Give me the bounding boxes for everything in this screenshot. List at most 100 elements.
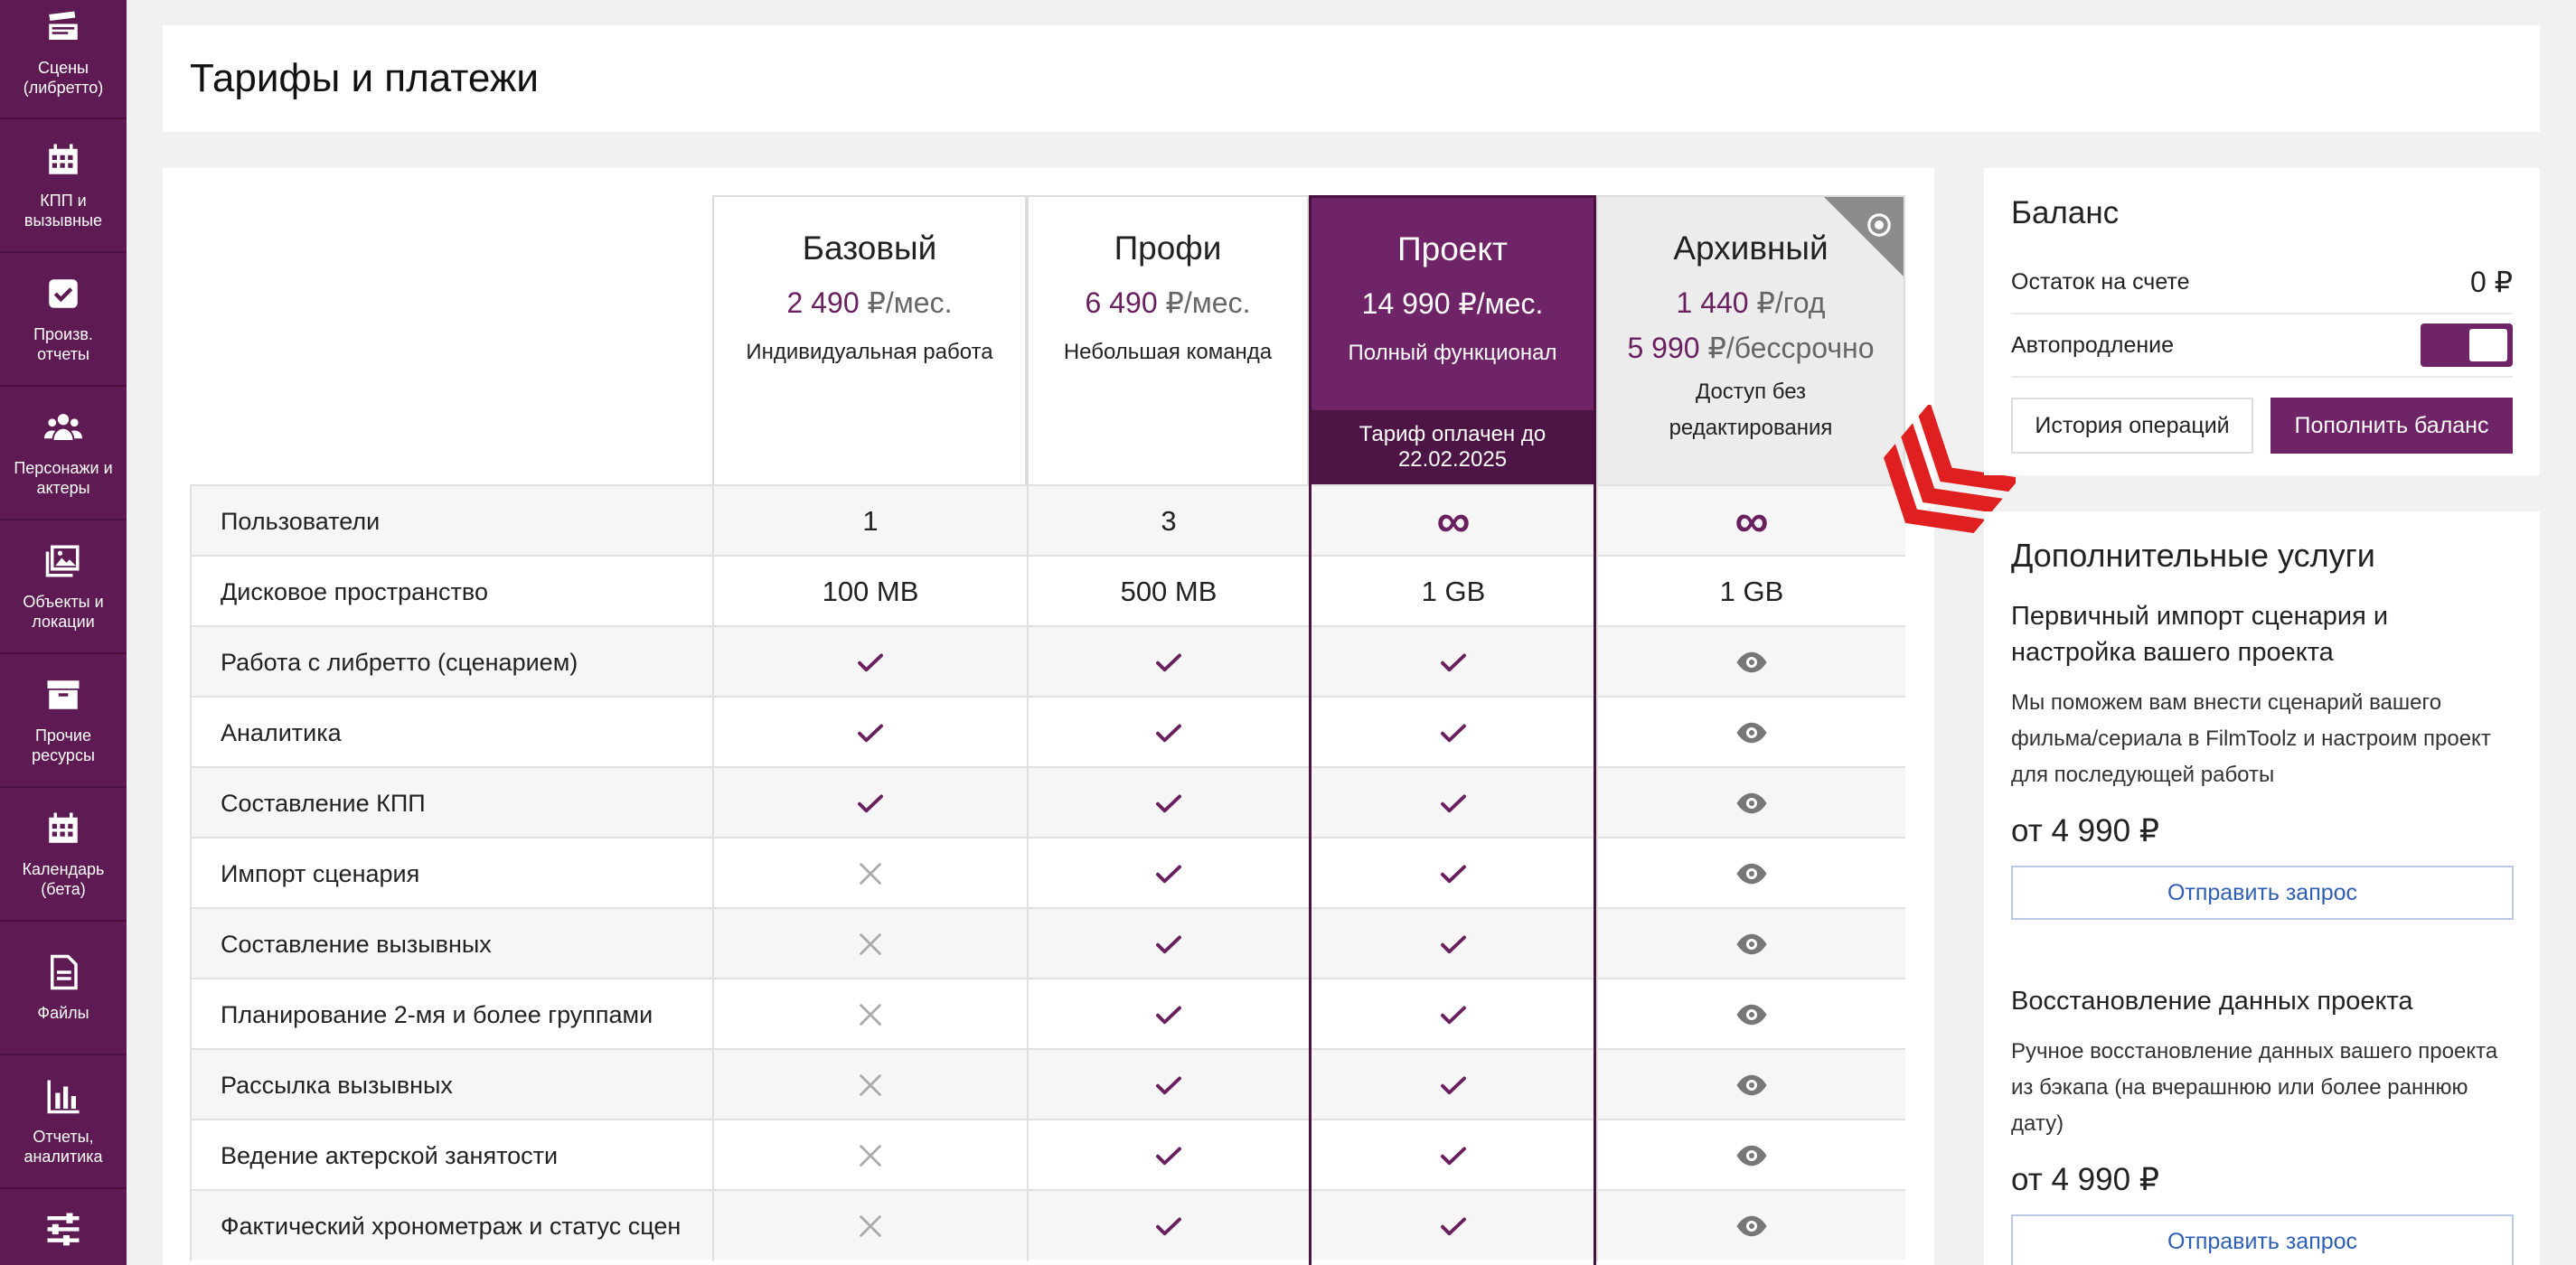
cross-icon [712,979,1027,1050]
send-request-button[interactable]: Отправить запрос [2011,1214,2514,1265]
feature-value: 100 MB [712,557,1027,627]
feature-name: Фактический хронометраж и статус сцен [190,1191,712,1261]
sidebar-item-calendar[interactable]: Календарь (бета) [0,788,127,922]
sidebar-item-settings[interactable] [0,1189,127,1265]
sidebar-item-resources[interactable]: Прочие ресурсы [0,654,127,788]
plan-name: Проект [1397,230,1508,267]
plan-price: 1 440 ₽/год [1676,286,1826,319]
plan-description: Индивидуальная работа [746,340,993,364]
plan-price-lifetime: 5 990 ₽/бессрочно [1627,332,1875,364]
eye-icon [1596,627,1905,698]
check-icon [1027,698,1309,768]
sidebar-item-characters[interactable]: Персонажи и актеры [0,387,127,520]
check-icon [1027,1050,1309,1120]
plan-price: 2 490 ₽/мес. [786,286,953,319]
check-icon [1027,1191,1309,1261]
table-row: Пользователи 1 3 ∞ ∞ [190,484,1905,557]
plan-name: Профи [1114,230,1222,267]
eye-icon [1867,213,1891,237]
eye-icon [1596,1191,1905,1261]
topup-button[interactable]: Пополнить баланс [2270,398,2513,454]
tariff-table-panel: Базовый 2 490 ₽/мес. Индивидуальная рабо… [163,168,1934,1265]
table-row: Работа с либретто (сценарием) [190,625,1905,698]
eye-icon [1596,1120,1905,1191]
feature-value: 1 GB [1309,557,1596,627]
feature-name: Пользователи [190,486,712,557]
services-panel: Дополнительные услуги Первичный импорт с… [1984,511,2540,1265]
cross-icon [712,1050,1027,1120]
service-description: Ручное восстановление данных вашего прое… [2011,1039,2498,1136]
archive-box-icon [43,675,83,715]
check-icon [1027,1120,1309,1191]
sidebar: Сцены (либретто) КПП и вызывные Произв. … [0,0,127,1265]
sidebar-item-scenes[interactable]: Сцены (либретто) [0,0,127,119]
sidebar-item-locations[interactable]: Объекты и локации [0,520,127,654]
feature-value: 3 [1027,486,1309,557]
service-price: от 4 990 ₽ [2011,1162,2160,1197]
check-icon [712,768,1027,839]
file-icon [43,952,83,992]
table-row: Планирование 2-мя и более группами [190,978,1905,1050]
plan-price: 6 490 ₽/мес. [1085,286,1251,319]
plan-description: Доступ без редактирования [1669,380,1833,440]
feature-name: Дисковое пространство [190,557,712,627]
check-icon [1027,839,1309,909]
plan-profi[interactable]: Профи 6 490 ₽/мес. Небольшая команда [1027,195,1309,484]
sidebar-item-label: Календарь (бета) [22,860,105,898]
eye-icon [1596,909,1905,979]
check-icon [1309,698,1596,768]
service-name: Восстановление данных проекта [2011,987,2413,1016]
balance-panel: Баланс Остаток на счете 0 ₽ Автопродлени… [1984,168,2540,475]
eye-icon [1596,768,1905,839]
feature-name: Рассылка вызывных [190,1050,712,1120]
plan-description: Полный функционал [1348,341,1557,365]
table-row: Аналитика [190,696,1905,768]
eye-icon [1596,839,1905,909]
sidebar-item-label: Персонажи и актеры [14,459,113,497]
table-row: Ведение актерской занятости [190,1119,1905,1191]
check-icon [1309,839,1596,909]
page-header: Тарифы и платежи [163,25,2540,132]
plan-archive[interactable]: Архивный 1 440 ₽/год 5 990 ₽/бессрочно Д… [1596,195,1905,484]
calendar-icon [43,140,83,180]
send-request-button[interactable]: Отправить запрос [2011,866,2514,920]
history-button[interactable]: История операций [2011,398,2253,454]
table-row: Импорт сценария [190,837,1905,909]
check-icon [712,627,1027,698]
eye-icon [1596,979,1905,1050]
sidebar-item-files[interactable]: Файлы [0,922,127,1055]
bar-chart-icon [43,1076,83,1116]
sidebar-item-label: КПП и вызывные [24,192,103,230]
autorenew-label: Автопродление [2011,332,2175,358]
sidebar-item-reports[interactable]: Произв. отчеты [0,253,127,387]
check-icon [1027,627,1309,698]
sidebar-item-label: Произв. отчеты [33,325,93,363]
plan-description: Небольшая команда [1063,340,1273,364]
eye-icon [1596,698,1905,768]
plan-basic[interactable]: Базовый 2 490 ₽/мес. Индивидуальная рабо… [712,195,1027,484]
sidebar-item-label: Прочие ресурсы [32,726,95,764]
sidebar-item-kpp[interactable]: КПП и вызывные [0,119,127,253]
plan-project[interactable]: Проект 14 990 ₽/мес. Полный функционал Т… [1309,195,1596,484]
table-row: Фактический хронометраж и статус сцен [190,1189,1905,1261]
toggle-knob [2469,329,2507,361]
check-icon [1309,1120,1596,1191]
sidebar-item-label: Объекты и локации [23,593,104,631]
archive-ribbon [1824,197,1904,276]
checkbox-icon [43,274,83,314]
check-icon [1027,979,1309,1050]
page-title: Тарифы и платежи [190,56,539,100]
plan-price: 14 990 ₽/мес. [1361,287,1544,320]
feature-name: Аналитика [190,698,712,768]
feature-rows: Пользователи 1 3 ∞ ∞ Дисковое пространство 100… [190,484,1905,1261]
sidebar-item-analytics[interactable]: Отчеты, аналитика [0,1055,127,1189]
autorenew-toggle[interactable] [2421,323,2513,367]
feature-name: Импорт сценария [190,839,712,909]
check-icon [1309,1050,1596,1120]
feature-value: 500 MB [1027,557,1309,627]
service-description: Мы поможем вам внести сценарий вашего фи… [2011,690,2491,787]
service-price: от 4 990 ₽ [2011,813,2160,848]
table-row: Составление вызывных [190,907,1905,979]
feature-value: ∞ [1596,486,1905,557]
check-icon [1027,909,1309,979]
